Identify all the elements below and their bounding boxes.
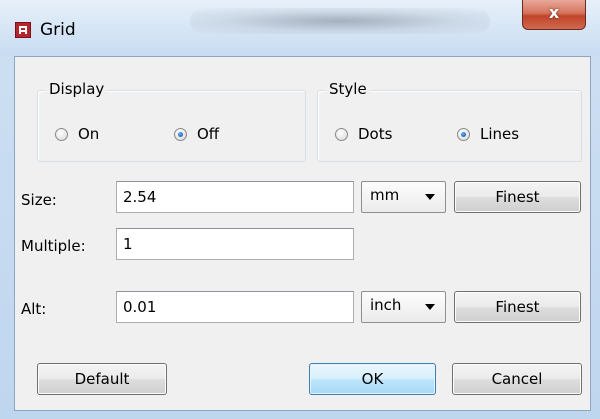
- size-unit-select[interactable]: mm: [361, 181, 446, 213]
- window-title: Grid: [40, 20, 76, 40]
- size-unit-value: mm: [370, 186, 400, 204]
- grid-dialog: Grid x Display On Off Style Dots Lines S…: [0, 0, 600, 419]
- style-group: Style Dots Lines: [317, 80, 582, 162]
- size-input[interactable]: [116, 181, 354, 213]
- style-dots-radio[interactable]: Dots: [335, 125, 392, 143]
- cancel-button[interactable]: Cancel: [452, 363, 582, 395]
- title-bar-shading: [190, 8, 490, 34]
- radio-unchecked-icon: [55, 127, 68, 141]
- alt-label: Alt:: [21, 300, 47, 318]
- style-lines-label: Lines: [480, 125, 520, 143]
- alt-unit-value: inch: [370, 296, 402, 314]
- radio-checked-icon: [174, 127, 187, 141]
- multiple-input[interactable]: [116, 228, 354, 260]
- ok-button[interactable]: OK: [309, 363, 436, 395]
- display-off-radio[interactable]: Off: [174, 125, 219, 143]
- size-finest-button[interactable]: Finest: [454, 181, 581, 213]
- chevron-down-icon: [425, 194, 435, 200]
- alt-unit-select[interactable]: inch: [361, 291, 446, 323]
- style-dots-label: Dots: [358, 125, 393, 143]
- title-bar[interactable]: Grid x: [0, 0, 600, 56]
- alt-input[interactable]: [116, 291, 354, 323]
- display-on-label: On: [78, 125, 100, 143]
- display-group-label: Display: [46, 80, 108, 98]
- grid-app-icon: [15, 22, 31, 38]
- display-off-label: Off: [197, 125, 220, 143]
- display-on-radio[interactable]: On: [55, 125, 99, 143]
- chevron-down-icon: [425, 304, 435, 310]
- style-lines-radio[interactable]: Lines: [457, 125, 519, 143]
- alt-finest-button[interactable]: Finest: [454, 291, 581, 323]
- display-group: Display On Off: [37, 80, 306, 162]
- size-label: Size:: [21, 191, 57, 209]
- close-button[interactable]: x: [522, 0, 586, 30]
- multiple-label: Multiple:: [21, 237, 86, 255]
- radio-unchecked-icon: [335, 127, 348, 141]
- style-group-label: Style: [326, 80, 370, 98]
- radio-checked-icon: [457, 127, 470, 141]
- default-button[interactable]: Default: [37, 363, 167, 395]
- dialog-body: Display On Off Style Dots Lines Size: 2.…: [14, 56, 591, 411]
